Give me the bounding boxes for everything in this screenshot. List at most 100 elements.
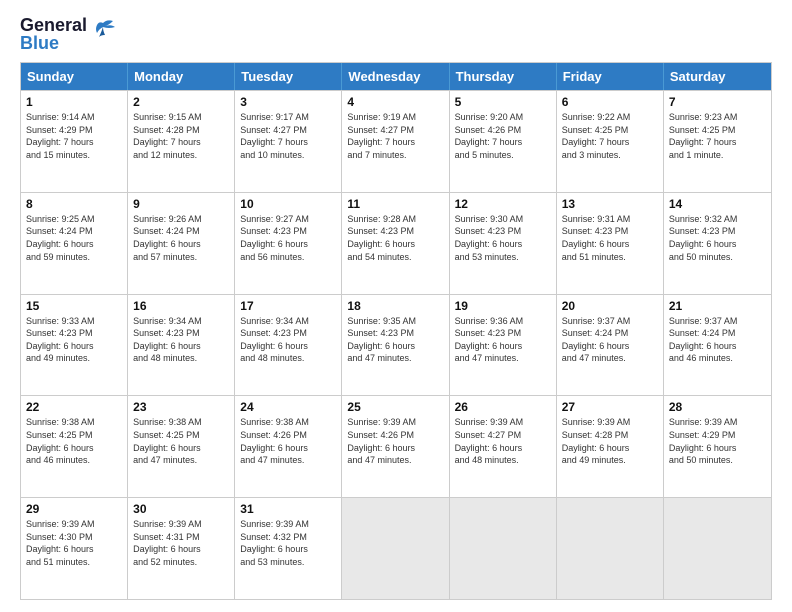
calendar: SundayMondayTuesdayWednesdayThursdayFrid… [20,62,772,600]
logo-bird-icon [89,19,117,45]
day-number: 30 [133,502,229,516]
calendar-cell-1: 1 Sunrise: 9:14 AMSunset: 4:29 PMDaylight… [21,91,128,192]
calendar-cell-24: 24 Sunrise: 9:38 AMSunset: 4:26 PMDayligh… [235,396,342,497]
calendar-cell-30: 30 Sunrise: 9:39 AMSunset: 4:31 PMDayligh… [128,498,235,599]
day-number: 12 [455,197,551,211]
calendar-week-3: 15 Sunrise: 9:33 AMSunset: 4:23 PMDayligh… [21,294,771,396]
cell-details: Sunrise: 9:38 AMSunset: 4:26 PMDaylight:… [240,416,336,466]
weekday-header-wednesday: Wednesday [342,63,449,90]
cell-details: Sunrise: 9:37 AMSunset: 4:24 PMDaylight:… [669,315,766,365]
cell-details: Sunrise: 9:39 AMSunset: 4:26 PMDaylight:… [347,416,443,466]
day-number: 26 [455,400,551,414]
calendar-cell-empty [342,498,449,599]
cell-details: Sunrise: 9:27 AMSunset: 4:23 PMDaylight:… [240,213,336,263]
day-number: 20 [562,299,658,313]
cell-details: Sunrise: 9:34 AMSunset: 4:23 PMDaylight:… [133,315,229,365]
day-number: 7 [669,95,766,109]
calendar-cell-19: 19 Sunrise: 9:36 AMSunset: 4:23 PMDayligh… [450,295,557,396]
day-number: 3 [240,95,336,109]
calendar-cell-26: 26 Sunrise: 9:39 AMSunset: 4:27 PMDayligh… [450,396,557,497]
calendar-cell-23: 23 Sunrise: 9:38 AMSunset: 4:25 PMDayligh… [128,396,235,497]
cell-details: Sunrise: 9:37 AMSunset: 4:24 PMDaylight:… [562,315,658,365]
cell-details: Sunrise: 9:14 AMSunset: 4:29 PMDaylight:… [26,111,122,161]
calendar-cell-22: 22Sunrise: 9:38 AMSunset: 4:25 PMDayligh… [21,396,128,497]
calendar-cell-6: 6 Sunrise: 9:22 AMSunset: 4:25 PMDaylight… [557,91,664,192]
calendar-cell-31: 31 Sunrise: 9:39 AMSunset: 4:32 PMDayligh… [235,498,342,599]
calendar-week-1: 1 Sunrise: 9:14 AMSunset: 4:29 PMDaylight… [21,90,771,192]
cell-details: Sunrise: 9:22 AMSunset: 4:25 PMDaylight:… [562,111,658,161]
weekday-header-monday: Monday [128,63,235,90]
day-number: 19 [455,299,551,313]
calendar-cell-29: 29 Sunrise: 9:39 AMSunset: 4:30 PMDayligh… [21,498,128,599]
day-number: 11 [347,197,443,211]
day-number: 6 [562,95,658,109]
calendar-cell-10: 10 Sunrise: 9:27 AMSunset: 4:23 PMDayligh… [235,193,342,294]
day-number: 9 [133,197,229,211]
cell-details: Sunrise: 9:30 AMSunset: 4:23 PMDaylight:… [455,213,551,263]
logo-general: General [20,16,87,34]
day-number: 21 [669,299,766,313]
calendar-cell-2: 2Sunrise: 9:15 AMSunset: 4:28 PMDaylight… [128,91,235,192]
day-number: 10 [240,197,336,211]
calendar-cell-4: 4Sunrise: 9:19 AMSunset: 4:27 PMDaylight… [342,91,449,192]
cell-details: Sunrise: 9:39 AMSunset: 4:30 PMDaylight:… [26,518,122,568]
weekday-header-thursday: Thursday [450,63,557,90]
calendar-cell-18: 18 Sunrise: 9:35 AMSunset: 4:23 PMDayligh… [342,295,449,396]
day-number: 29 [26,502,122,516]
day-number: 13 [562,197,658,211]
cell-details: Sunrise: 9:39 AMSunset: 4:31 PMDaylight:… [133,518,229,568]
calendar-cell-8: 8 Sunrise: 9:25 AMSunset: 4:24 PMDaylight… [21,193,128,294]
day-number: 2 [133,95,229,109]
day-number: 15 [26,299,122,313]
cell-details: Sunrise: 9:38 AMSunset: 4:25 PMDaylight:… [133,416,229,466]
day-number: 1 [26,95,122,109]
logo: General Blue [20,16,117,52]
calendar-week-2: 8 Sunrise: 9:25 AMSunset: 4:24 PMDaylight… [21,192,771,294]
cell-details: Sunrise: 9:39 AMSunset: 4:27 PMDaylight:… [455,416,551,466]
day-number: 31 [240,502,336,516]
calendar-cell-empty [450,498,557,599]
weekday-header-friday: Friday [557,63,664,90]
calendar-cell-28: 28Sunrise: 9:39 AMSunset: 4:29 PMDayligh… [664,396,771,497]
cell-details: Sunrise: 9:17 AMSunset: 4:27 PMDaylight:… [240,111,336,161]
calendar-cell-12: 12 Sunrise: 9:30 AMSunset: 4:23 PMDayligh… [450,193,557,294]
calendar-week-4: 22Sunrise: 9:38 AMSunset: 4:25 PMDayligh… [21,395,771,497]
calendar-header: SundayMondayTuesdayWednesdayThursdayFrid… [21,63,771,90]
header: General Blue [20,16,772,52]
calendar-cell-13: 13Sunrise: 9:31 AMSunset: 4:23 PMDayligh… [557,193,664,294]
cell-details: Sunrise: 9:35 AMSunset: 4:23 PMDaylight:… [347,315,443,365]
day-number: 24 [240,400,336,414]
day-number: 8 [26,197,122,211]
day-number: 4 [347,95,443,109]
cell-details: Sunrise: 9:33 AMSunset: 4:23 PMDaylight:… [26,315,122,365]
calendar-cell-15: 15 Sunrise: 9:33 AMSunset: 4:23 PMDayligh… [21,295,128,396]
calendar-body: 1 Sunrise: 9:14 AMSunset: 4:29 PMDaylight… [21,90,771,599]
cell-details: Sunrise: 9:28 AMSunset: 4:23 PMDaylight:… [347,213,443,263]
cell-details: Sunrise: 9:39 AMSunset: 4:28 PMDaylight:… [562,416,658,466]
calendar-cell-21: 21 Sunrise: 9:37 AMSunset: 4:24 PMDayligh… [664,295,771,396]
weekday-header-sunday: Sunday [21,63,128,90]
calendar-week-5: 29 Sunrise: 9:39 AMSunset: 4:30 PMDayligh… [21,497,771,599]
day-number: 14 [669,197,766,211]
day-number: 23 [133,400,229,414]
cell-details: Sunrise: 9:39 AMSunset: 4:32 PMDaylight:… [240,518,336,568]
weekday-header-tuesday: Tuesday [235,63,342,90]
calendar-cell-14: 14 Sunrise: 9:32 AMSunset: 4:23 PMDayligh… [664,193,771,294]
calendar-cell-16: 16 Sunrise: 9:34 AMSunset: 4:23 PMDayligh… [128,295,235,396]
logo-blue: Blue [20,34,87,52]
day-number: 5 [455,95,551,109]
calendar-cell-3: 3 Sunrise: 9:17 AMSunset: 4:27 PMDaylight… [235,91,342,192]
weekday-header-saturday: Saturday [664,63,771,90]
day-number: 28 [669,400,766,414]
day-number: 16 [133,299,229,313]
cell-details: Sunrise: 9:36 AMSunset: 4:23 PMDaylight:… [455,315,551,365]
cell-details: Sunrise: 9:34 AMSunset: 4:23 PMDaylight:… [240,315,336,365]
calendar-cell-25: 25Sunrise: 9:39 AMSunset: 4:26 PMDayligh… [342,396,449,497]
cell-details: Sunrise: 9:32 AMSunset: 4:23 PMDaylight:… [669,213,766,263]
cell-details: Sunrise: 9:20 AMSunset: 4:26 PMDaylight:… [455,111,551,161]
calendar-cell-7: 7Sunrise: 9:23 AMSunset: 4:25 PMDaylight… [664,91,771,192]
calendar-cell-20: 20 Sunrise: 9:37 AMSunset: 4:24 PMDayligh… [557,295,664,396]
day-number: 18 [347,299,443,313]
calendar-cell-9: 9Sunrise: 9:26 AMSunset: 4:24 PMDaylight… [128,193,235,294]
cell-details: Sunrise: 9:25 AMSunset: 4:24 PMDaylight:… [26,213,122,263]
